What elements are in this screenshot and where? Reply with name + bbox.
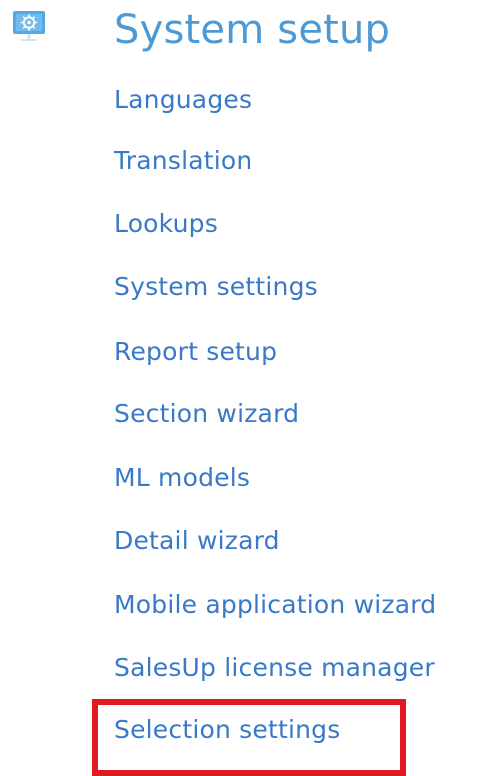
menu-item-languages[interactable]: Languages — [114, 83, 252, 117]
menu-item-system-settings[interactable]: System settings — [114, 270, 318, 304]
menu-item-selection-settings[interactable]: Selection settings — [114, 713, 340, 747]
menu-item-translation[interactable]: Translation — [114, 144, 252, 178]
system-setup-menu: Languages Translation Lookups System set… — [0, 0, 489, 776]
menu-item-section-wizard[interactable]: Section wizard — [114, 397, 299, 431]
menu-item-detail-wizard[interactable]: Detail wizard — [114, 524, 280, 558]
menu-item-salesup-license-manager[interactable]: SalesUp license manager — [114, 651, 435, 685]
menu-item-ml-models[interactable]: ML models — [114, 461, 250, 495]
system-setup-section: System setup Languages Translation Looku… — [0, 0, 489, 776]
menu-item-report-setup[interactable]: Report setup — [114, 335, 277, 369]
menu-item-lookups[interactable]: Lookups — [114, 207, 218, 241]
menu-item-mobile-application-wizard[interactable]: Mobile application wizard — [114, 588, 436, 622]
